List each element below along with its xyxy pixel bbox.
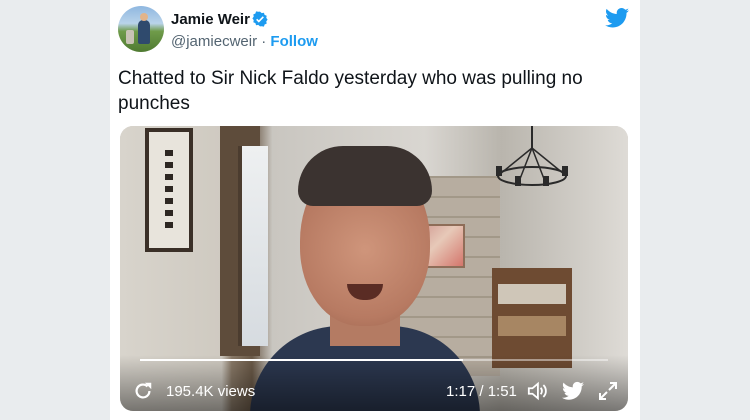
author-name[interactable]: Jamie Weir — [171, 11, 250, 28]
volume-icon[interactable] — [526, 381, 548, 401]
tweet-text: Chatted to Sir Nick Faldo yesterday who … — [118, 68, 583, 114]
expand-icon[interactable] — [598, 381, 618, 401]
speaker-hair — [298, 146, 432, 206]
video-player[interactable]: 195.4K views 1:17 / 1:51 — [120, 126, 628, 411]
handle-row: @jamiecweir · Follow — [171, 33, 318, 50]
avatar[interactable] — [118, 6, 164, 52]
twitter-bird-video-icon[interactable] — [562, 381, 584, 401]
verified-badge-icon — [252, 11, 268, 27]
replay-icon[interactable] — [132, 380, 154, 402]
view-count: 195.4K views — [166, 383, 256, 400]
video-time: 1:17 / 1:51 — [446, 383, 517, 400]
author-handle[interactable]: @jamiecweir — [171, 33, 257, 50]
separator-dot: · — [257, 33, 271, 50]
twitter-bird-icon[interactable] — [605, 8, 629, 28]
progress-bar[interactable] — [140, 359, 608, 361]
chandelier-icon — [496, 126, 568, 186]
follow-button[interactable]: Follow — [270, 33, 318, 50]
avatar-person — [138, 13, 150, 44]
tweet-card: Jamie Weir @jamiecweir · Follow Chatted … — [110, 0, 640, 420]
progress-fill — [140, 359, 463, 361]
bookshelf — [492, 268, 572, 368]
avatar-golf-bag — [126, 30, 134, 44]
wall-art-calligraphy — [165, 150, 173, 230]
wall-art-frame — [145, 128, 193, 252]
